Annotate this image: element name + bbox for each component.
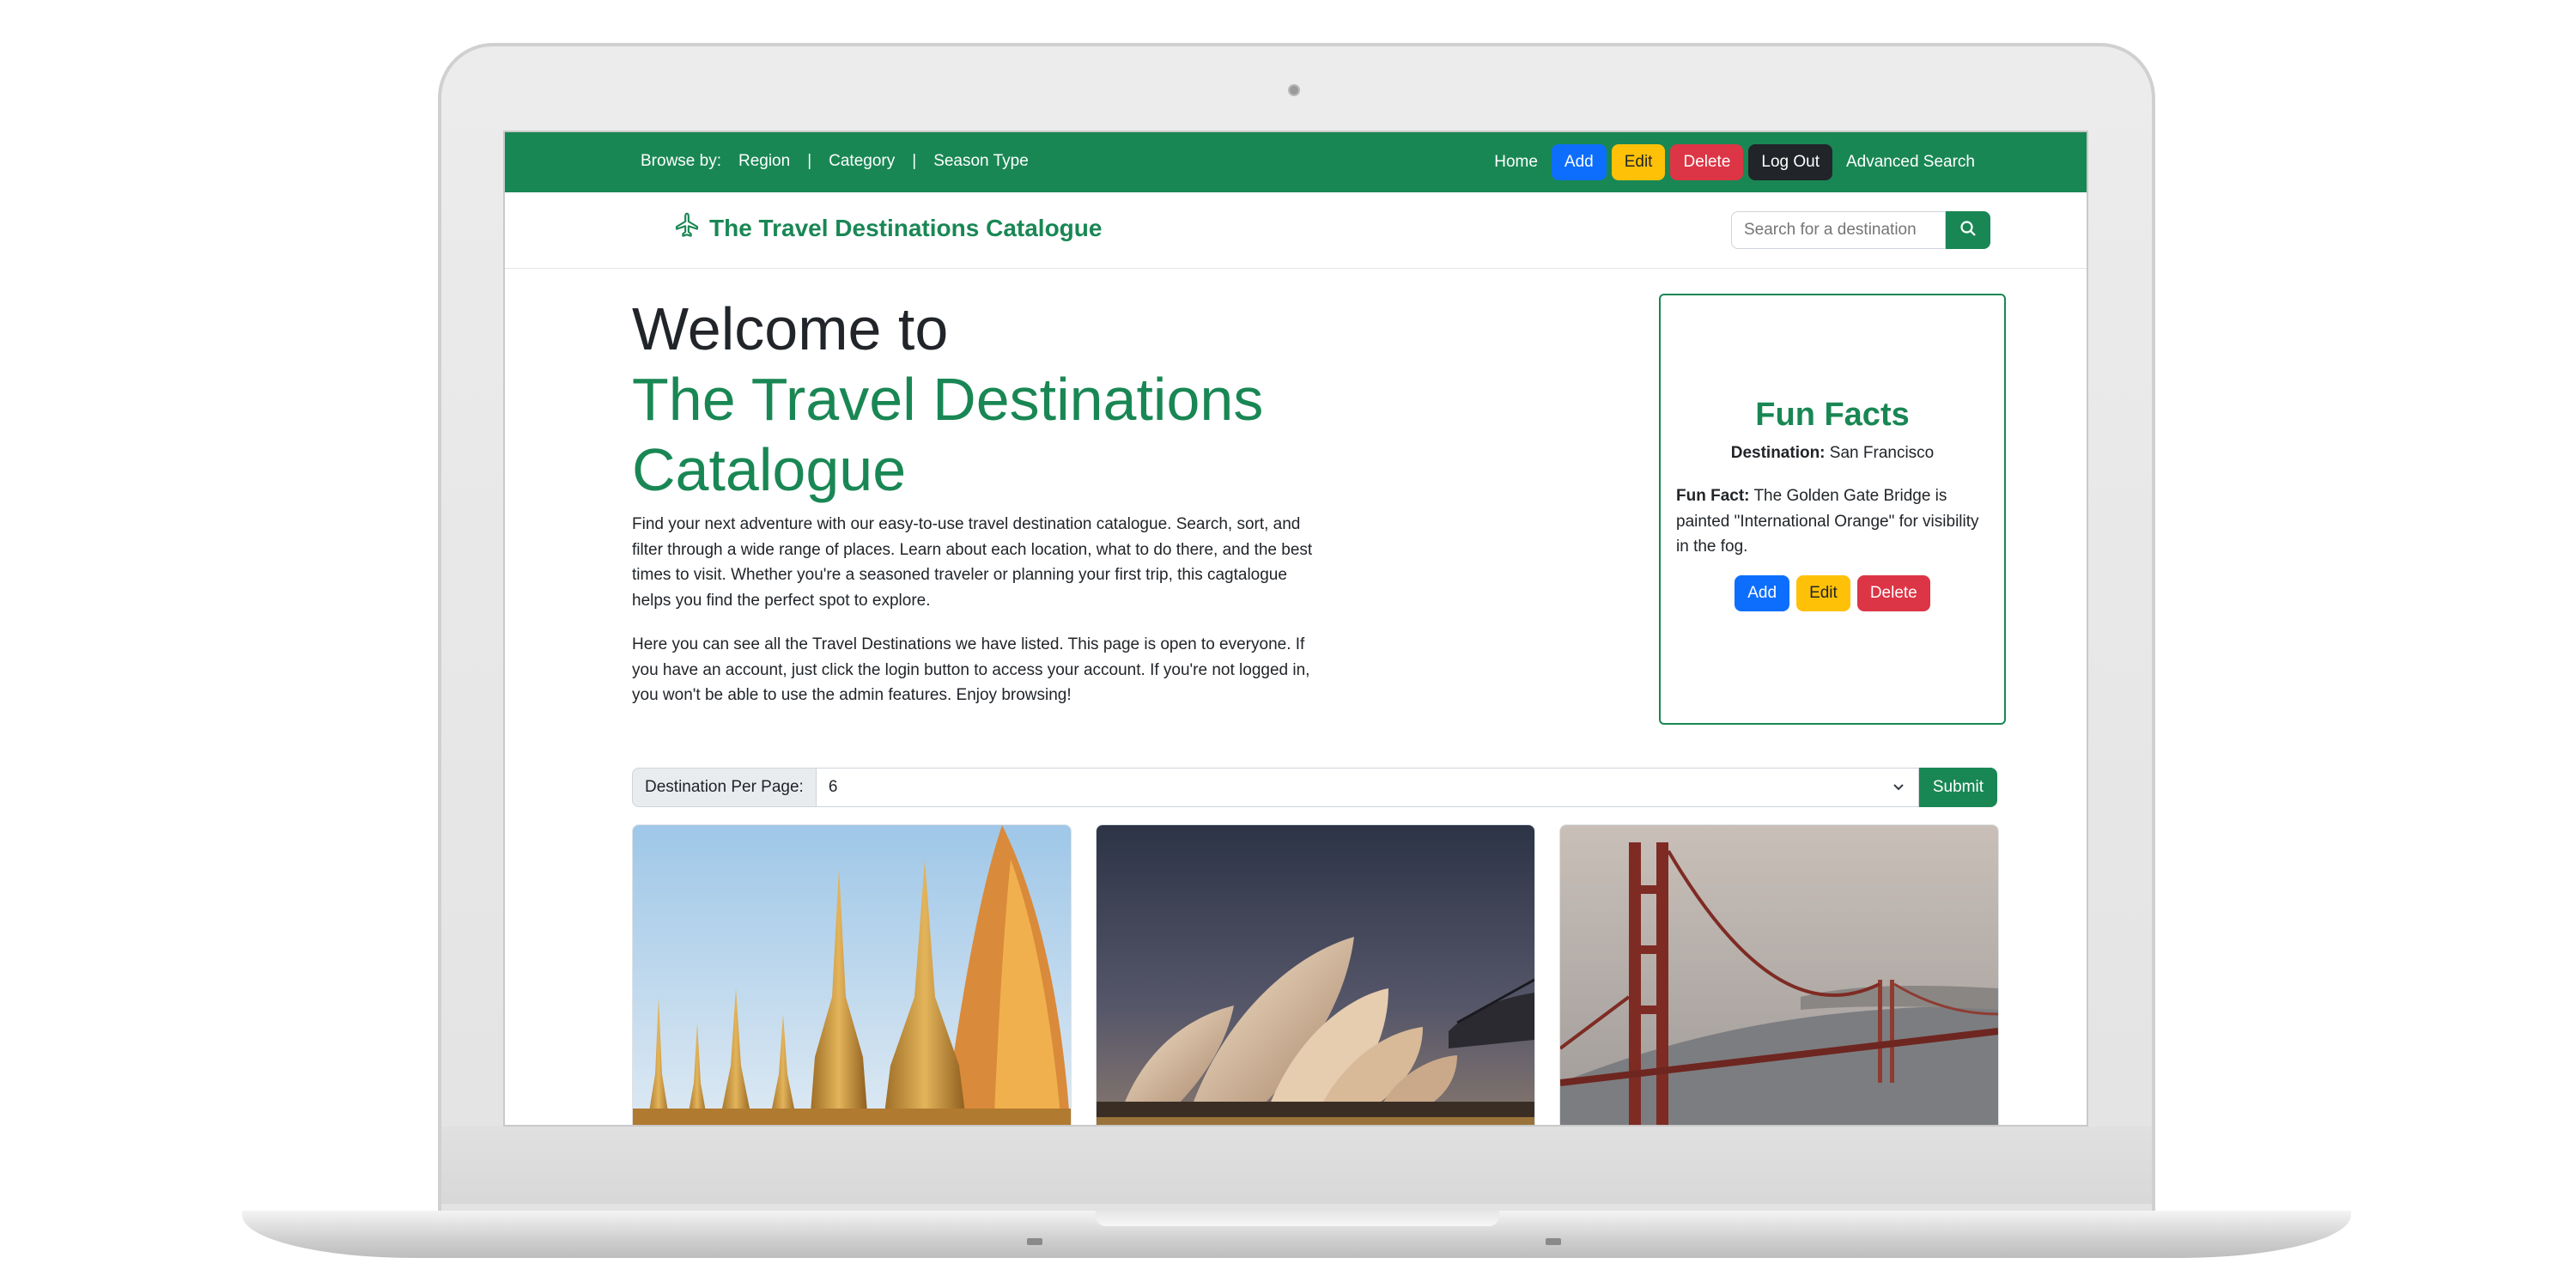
- hero-info-paragraph: Here you can see all the Travel Destinat…: [632, 635, 1310, 704]
- brand-title: The Travel Destinations Catalogue: [709, 214, 1103, 241]
- webcam: [1288, 84, 1300, 96]
- fun-fact-add-button[interactable]: Add: [1735, 574, 1790, 611]
- search-button[interactable]: [1946, 211, 1990, 249]
- fun-fact-destination: Destination: San Francisco: [1661, 444, 2004, 463]
- nav-separator: |: [807, 152, 812, 170]
- fun-facts-card: Fun Facts Destination: San Francisco Fun…: [1659, 294, 2006, 725]
- top-navbar: Browse by: Region | Category | Season Ty…: [505, 132, 2087, 192]
- fun-fact-actions: Add Edit Delete: [1661, 574, 2004, 611]
- top-nav-actions: Home Add Edit Delete Log Out Advanced Se…: [1485, 144, 1984, 180]
- laptop-foot: [1027, 1238, 1042, 1245]
- brand[interactable]: The Travel Destinations Catalogue: [673, 211, 1102, 245]
- fun-fact-label: Fun Fact:: [1676, 487, 1750, 505]
- fun-fact-delete-button[interactable]: Delete: [1856, 574, 1930, 611]
- browse-season-type-link[interactable]: Season Type: [933, 152, 1029, 171]
- advanced-search-link[interactable]: Advanced Search: [1838, 144, 1984, 180]
- fun-fact-text: Fun Fact: The Golden Gate Bridge is pain…: [1676, 483, 1989, 560]
- destination-card[interactable]: [632, 824, 1072, 1125]
- search-input[interactable]: [1731, 211, 1946, 249]
- logout-button[interactable]: Log Out: [1748, 144, 1832, 180]
- fun-fact-edit-button[interactable]: Edit: [1796, 574, 1850, 611]
- destination-value: San Francisco: [1829, 444, 1935, 462]
- hero-title-line2: The Travel Destinations: [632, 366, 1264, 433]
- airplane-icon: [673, 211, 701, 245]
- browser-viewport: Browse by: Region | Category | Season Ty…: [503, 131, 2088, 1127]
- destination-card[interactable]: [1559, 824, 1999, 1125]
- per-page-value: 6: [828, 778, 838, 796]
- laptop-foot: [1546, 1238, 1561, 1245]
- browse-by-nav: Browse by: Region | Category | Season Ty…: [641, 152, 1029, 171]
- fun-facts-title: Fun Facts: [1755, 397, 1910, 433]
- per-page-label: Destination Per Page:: [632, 768, 817, 807]
- destination-label: Destination:: [1730, 444, 1826, 462]
- hero-title: Welcome to The Travel Destinations Catal…: [632, 294, 1319, 505]
- hero-intro-paragraph: Find your next adventure with our easy-t…: [632, 515, 1313, 610]
- hero-section: Welcome to The Travel Destinations Catal…: [632, 294, 1319, 727]
- edit-button[interactable]: Edit: [1611, 144, 1666, 180]
- opera-house-image: [1097, 825, 1534, 1125]
- home-link[interactable]: Home: [1485, 144, 1546, 180]
- destination-card[interactable]: [1096, 824, 1535, 1125]
- browse-category-link[interactable]: Category: [829, 152, 895, 171]
- header-search: [1731, 211, 1990, 249]
- per-page-form: Destination Per Page: 6 Submit: [632, 768, 1997, 807]
- golden-pagoda-image: [633, 825, 1071, 1125]
- hero-title-line3: Catalogue: [632, 436, 907, 503]
- golden-gate-bridge-image: [1560, 825, 1998, 1125]
- search-icon: [1959, 220, 1977, 241]
- site-header: The Travel Destinations Catalogue: [505, 192, 2087, 269]
- per-page-select[interactable]: 6: [816, 768, 1919, 807]
- per-page-submit-button[interactable]: Submit: [1918, 768, 1997, 807]
- chevron-down-icon: [1893, 769, 1905, 821]
- hero-title-line1: Welcome to: [632, 295, 949, 362]
- delete-button[interactable]: Delete: [1670, 144, 1744, 180]
- add-button[interactable]: Add: [1551, 144, 1607, 180]
- laptop-bezel-bottom: [441, 1127, 2152, 1204]
- browse-region-link[interactable]: Region: [738, 152, 790, 171]
- browse-by-label: Browse by:: [641, 152, 721, 170]
- nav-separator: |: [912, 152, 917, 170]
- laptop-base-notch: [1096, 1211, 1499, 1226]
